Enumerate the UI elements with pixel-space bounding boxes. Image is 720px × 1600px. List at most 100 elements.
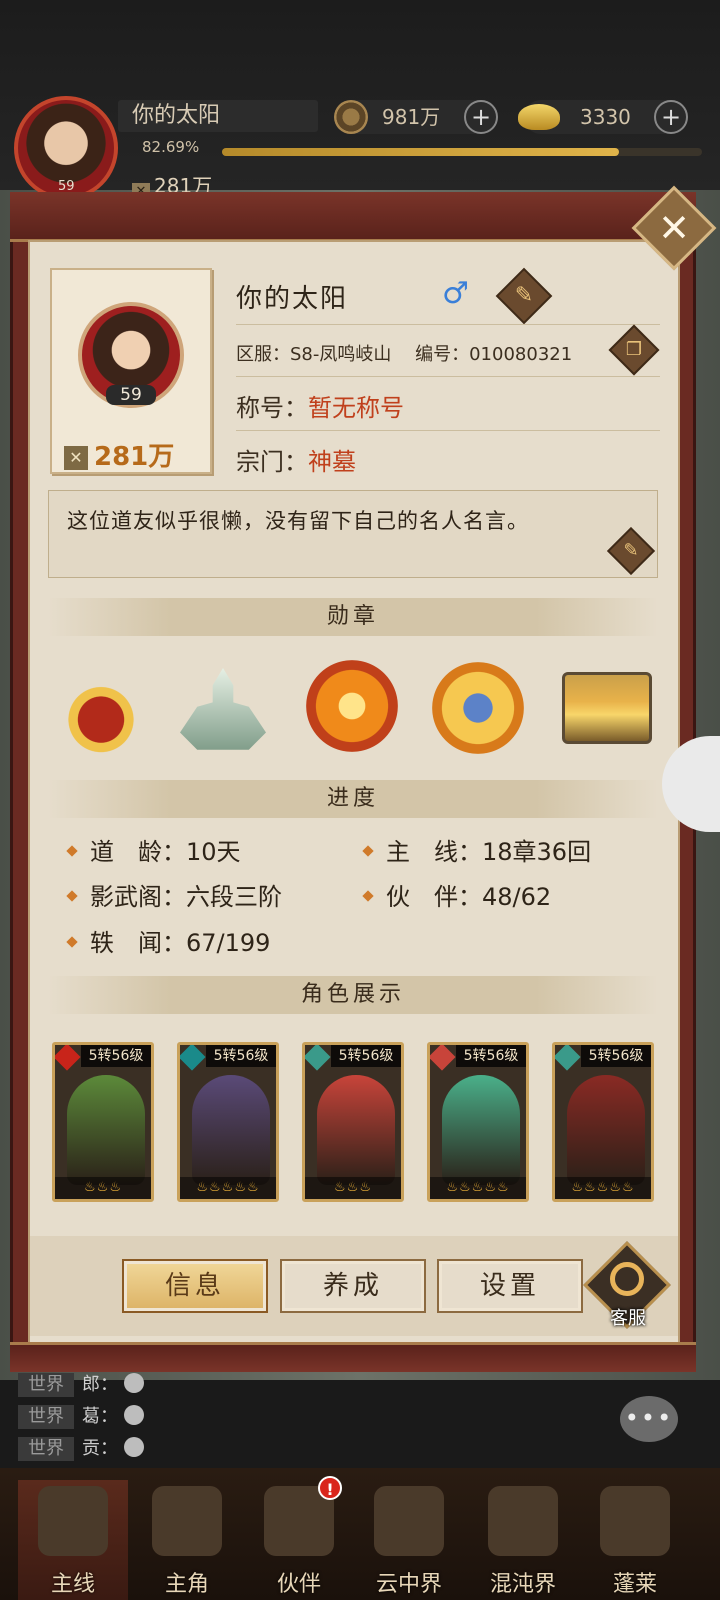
- chat-message[interactable]: 世界 贡：: [18, 1434, 144, 1461]
- coin-counter: 981万 +: [334, 100, 498, 134]
- ingot-value: 3330: [580, 105, 631, 129]
- hero-card[interactable]: 5转56级 ♨♨♨♨♨: [552, 1042, 654, 1202]
- sage-icon: [600, 1486, 670, 1556]
- player-name: 你的太阳: [118, 100, 318, 132]
- progress-lore: 轶 闻：67/199: [66, 923, 271, 958]
- chat-channel: 世界: [18, 1437, 74, 1461]
- exp-bar-fill: [222, 148, 619, 156]
- progress-header: 进度: [48, 780, 658, 818]
- nav-cloud-realm[interactable]: 云中界: [354, 1480, 464, 1600]
- hero-level: 5转56级: [581, 1045, 651, 1067]
- exp-bar: [222, 148, 702, 156]
- server-value: S8-凤鸣岐山: [290, 344, 392, 365]
- gender-icon: ♂: [442, 276, 469, 311]
- copy-icon: ❐: [625, 339, 643, 360]
- ingot-counter: 3330 +: [518, 100, 688, 134]
- chat-text: 贡：: [82, 1438, 118, 1459]
- power-icon: ✕: [64, 446, 88, 470]
- sect-row[interactable]: 宗门：神墓: [236, 442, 356, 477]
- characters-header: 角色展示: [48, 976, 658, 1014]
- element-icon: [55, 1045, 81, 1071]
- element-icon: [555, 1045, 581, 1071]
- hero-level: 5转56级: [331, 1045, 401, 1067]
- ingot-icon: [518, 104, 560, 130]
- nav-penglai[interactable]: 蓬莱: [580, 1480, 690, 1600]
- lore-label: 轶 闻：: [90, 929, 186, 957]
- chat-message[interactable]: 世界 郎：: [18, 1370, 144, 1397]
- progress-dao-age: 道 龄：10天: [66, 832, 241, 867]
- progress-partner: 伙 伴：48/62: [362, 877, 552, 912]
- chat-channel: 世界: [18, 1405, 74, 1429]
- nav-main-line[interactable]: 主线: [18, 1480, 128, 1600]
- nav-partner[interactable]: 伙伴: [244, 1480, 354, 1600]
- partner-value: 48/62: [482, 883, 552, 911]
- hero-stars: ♨♨♨♨♨: [430, 1177, 526, 1199]
- nav-label: 蓬莱: [612, 1572, 657, 1597]
- element-icon: [305, 1045, 331, 1071]
- add-ingot-button[interactable]: +: [654, 100, 688, 134]
- hero-stars: ♨♨♨: [55, 1177, 151, 1199]
- title-label: 称号：: [236, 394, 308, 422]
- profile-power-value: 281万: [94, 442, 175, 472]
- nav-label: 主角: [164, 1572, 209, 1597]
- chat-button[interactable]: •••: [620, 1396, 678, 1442]
- chat-text: 郎：: [82, 1374, 118, 1395]
- player-avatar[interactable]: 59: [14, 96, 118, 200]
- sect-label: 宗门：: [236, 448, 308, 476]
- medal-gate[interactable]: [562, 672, 652, 744]
- nav-label: 伙伴: [276, 1572, 321, 1597]
- tab-settings[interactable]: 设置: [437, 1259, 583, 1313]
- portal-icon: [488, 1486, 558, 1556]
- hero-card[interactable]: 5转56级 ♨♨♨♨♨: [177, 1042, 279, 1202]
- hero-level: 5转56级: [81, 1045, 151, 1067]
- dao-age-label: 道 龄：: [90, 838, 186, 866]
- customer-service-label: 客服: [610, 1308, 646, 1329]
- diamond-icon: [362, 890, 374, 902]
- hero-portrait: [192, 1075, 270, 1185]
- tab-develop[interactable]: 养成: [280, 1259, 426, 1313]
- hero-stars: ♨♨♨: [305, 1177, 401, 1199]
- lore-value: 67/199: [186, 929, 271, 957]
- emoji-icon: [124, 1405, 144, 1425]
- emoji-icon: [124, 1437, 144, 1457]
- title-row[interactable]: 称号：暂无称号: [236, 388, 404, 423]
- tab-info[interactable]: 信息: [122, 1259, 268, 1313]
- partner-label: 伙 伴：: [386, 883, 482, 911]
- hero-card[interactable]: 5转56级 ♨♨♨♨♨: [427, 1042, 529, 1202]
- hero-card[interactable]: 5转56级 ♨♨♨: [52, 1042, 154, 1202]
- brush-icon: ✎: [514, 283, 534, 308]
- coin-value: 981万: [382, 105, 441, 129]
- hero-stars: ♨♨♨♨♨: [180, 1177, 276, 1199]
- chat-channel: 世界: [18, 1373, 74, 1397]
- palace-icon: [374, 1486, 444, 1556]
- medals-header: 勋章: [48, 598, 658, 636]
- nav-label: 混沌界: [489, 1572, 556, 1597]
- chat-text: 葛：: [82, 1406, 118, 1427]
- server-info: 区服：S8-凤鸣岐山 编号：010080321: [236, 340, 572, 366]
- nav-label: 云中界: [375, 1572, 442, 1597]
- title-value: 暂无称号: [308, 394, 404, 422]
- motto-text: 这位道友似乎很懒，没有留下自己的名人名言。: [67, 509, 529, 533]
- hero-card[interactable]: 5转56级 ♨♨♨: [302, 1042, 404, 1202]
- coin-icon: [334, 100, 368, 134]
- medal-treasure[interactable]: [58, 668, 144, 754]
- chat-bubble-icon: •••: [624, 1404, 674, 1432]
- add-coin-button[interactable]: +: [464, 100, 498, 134]
- motto-box: 这位道友似乎很懒，没有留下自己的名人名言。: [48, 490, 658, 578]
- character-icon: [152, 1486, 222, 1556]
- chat-message[interactable]: 世界 葛：: [18, 1402, 144, 1429]
- nav-main-char[interactable]: 主角: [132, 1480, 242, 1600]
- shadow-label: 影武阁：: [90, 883, 186, 911]
- medal-flame[interactable]: [306, 660, 398, 752]
- server-label: 区服：: [236, 344, 290, 365]
- hero-level: 5转56级: [456, 1045, 526, 1067]
- divider: [236, 324, 660, 325]
- hero-level: 5转56级: [206, 1045, 276, 1067]
- brush-icon: ✎: [623, 540, 639, 561]
- medal-sage[interactable]: [432, 662, 524, 754]
- element-icon: [430, 1045, 456, 1071]
- nav-chaos-realm[interactable]: 混沌界: [468, 1480, 578, 1600]
- hero-portrait: [317, 1075, 395, 1185]
- profile-level: 59: [106, 385, 156, 405]
- nav-label: 主线: [50, 1572, 95, 1597]
